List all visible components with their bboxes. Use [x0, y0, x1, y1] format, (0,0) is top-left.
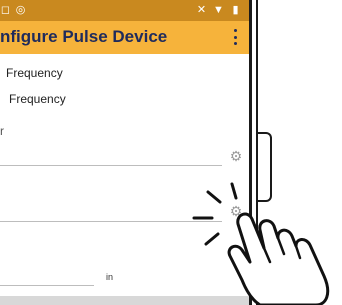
overflow-menu-icon[interactable] — [231, 28, 239, 46]
battery-icon: ▮ — [232, 4, 239, 16]
overflow-dot — [233, 35, 237, 39]
tap-gesture-hand-icon — [192, 182, 330, 305]
page-title: nfigure Pulse Device — [0, 27, 168, 46]
tap-burst-icon — [192, 182, 238, 246]
text-field-3[interactable] — [0, 285, 94, 286]
mute-icon: ✕ — [196, 4, 207, 16]
status-bar: ◻ ◎ ✕ ▼ ▮ — [0, 0, 249, 21]
wifi-icon: ▼ — [213, 4, 224, 16]
text-field-1[interactable] — [0, 165, 222, 166]
unit-label: in — [106, 272, 114, 282]
gear-icon[interactable]: ⚙ — [229, 149, 243, 163]
notification-icon: ◻ — [0, 4, 11, 16]
burst-line — [204, 232, 220, 246]
status-right-icons: ✕ ▼ ▮ — [196, 2, 241, 18]
section-label: r — [0, 124, 4, 138]
overflow-dot — [233, 42, 237, 45]
overflow-dot — [233, 29, 237, 32]
burst-line — [230, 182, 238, 200]
status-left-icons: ◻ ◎ — [0, 2, 26, 18]
app-bar: nfigure Pulse Device — [0, 21, 249, 54]
signal-icon: ◎ — [15, 4, 26, 16]
burst-line — [206, 190, 222, 204]
frequency-option-1[interactable]: Frequency — [6, 66, 63, 80]
frequency-option-2[interactable]: Frequency — [9, 92, 66, 106]
hand-shape — [227, 212, 330, 305]
